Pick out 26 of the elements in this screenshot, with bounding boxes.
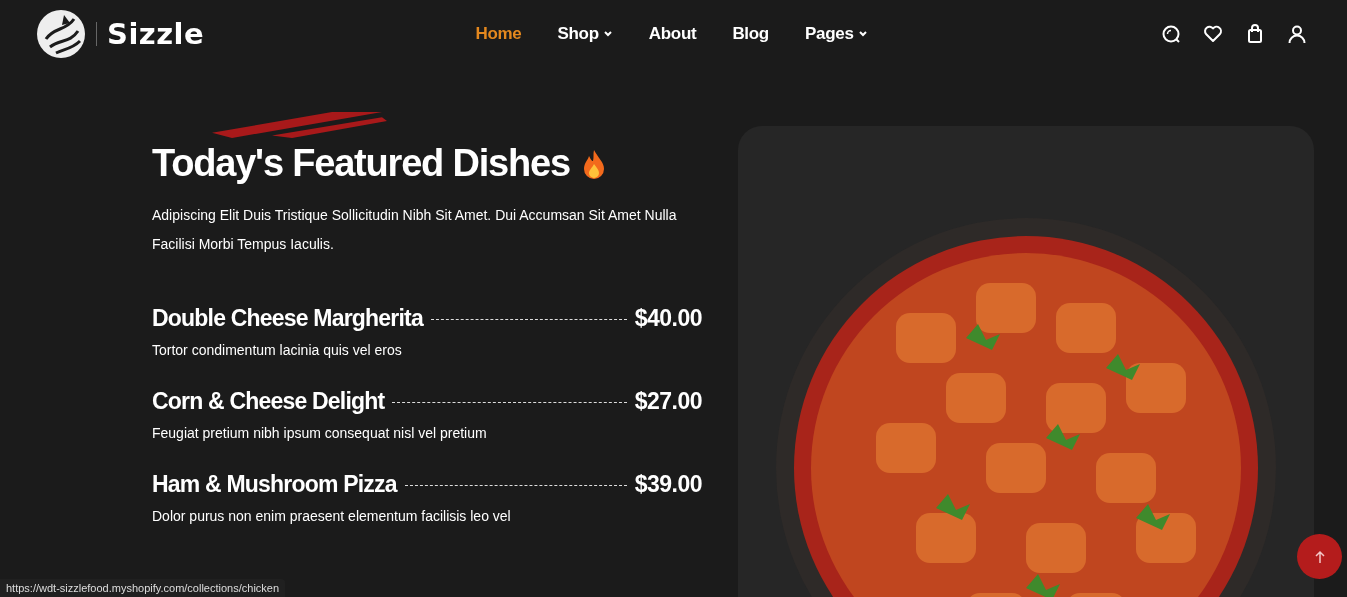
dish-description: Dolor purus non enim praesent elementum facilisis leo vel bbox=[152, 508, 512, 524]
dragon-logo-icon[interactable] bbox=[36, 9, 86, 59]
dish-name: Corn & Cheese Delight bbox=[152, 388, 385, 415]
chevron-down-icon bbox=[857, 30, 868, 38]
chevron-down-icon bbox=[602, 30, 613, 38]
dish-name: Double Cheese Margherita bbox=[152, 305, 423, 332]
status-url: https://wdt-sizzlefood.myshopify.com/collections/chicken bbox=[0, 579, 286, 597]
heart-icon[interactable] bbox=[1203, 24, 1223, 44]
section-title: Today's Featured Dishes bbox=[152, 142, 570, 185]
shopping-bag-icon[interactable] bbox=[1245, 24, 1265, 44]
nav-link[interactable]: Pages bbox=[804, 24, 868, 44]
dish-name: Ham & Mushroom Pizza bbox=[152, 471, 397, 498]
intro-paragraph: Adipiscing Elit Duis Tristique Sollicitudin Nibh Sit Amet. Dui Accumsan Sit Amet Nulla Facilisi Morbi Tempus Iaculis. bbox=[152, 206, 678, 254]
dish-price: $40.00 bbox=[634, 305, 702, 332]
nav-link[interactable]: Blog bbox=[732, 24, 769, 44]
dish-description: Tortor condimentum lacinia quis vel eros bbox=[152, 342, 403, 358]
dish-price: $27.00 bbox=[634, 388, 702, 415]
dish-description: Feugiat pretium nibh ipsum consequat nisl vel pretium bbox=[152, 425, 488, 441]
dish-price: $39.00 bbox=[634, 471, 702, 498]
user-icon[interactable] bbox=[1287, 24, 1307, 44]
nav-link[interactable]: Shop bbox=[557, 24, 613, 44]
brand-name[interactable]: Sizzle bbox=[107, 17, 205, 51]
search-icon[interactable] bbox=[1161, 24, 1181, 44]
nav-link[interactable]: Home bbox=[475, 24, 522, 44]
nav-link[interactable]: About bbox=[648, 24, 697, 44]
arrow-up-icon bbox=[1313, 549, 1326, 564]
